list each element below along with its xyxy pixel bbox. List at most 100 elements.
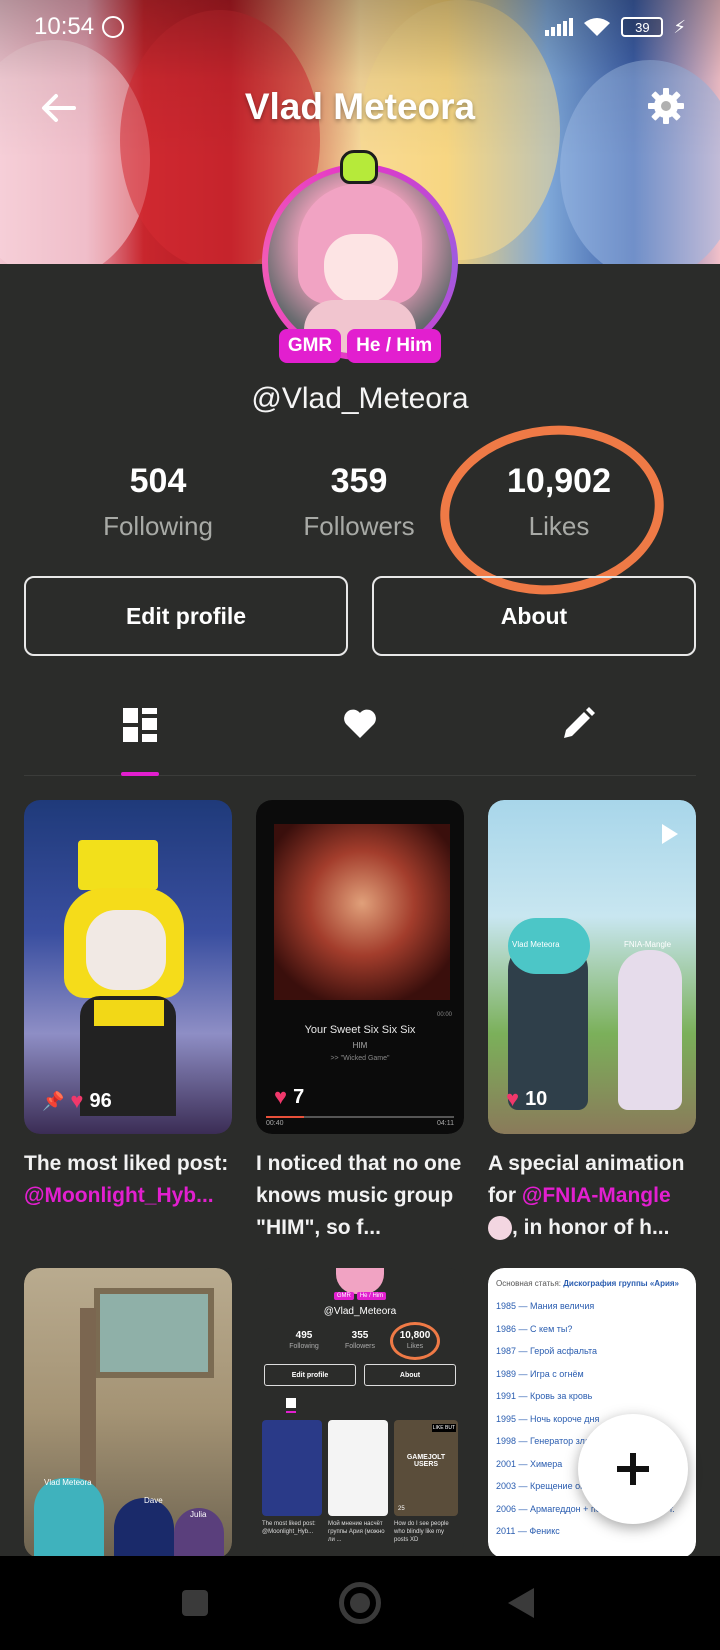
- mini-caption: How do I see people who blindly like my …: [394, 1521, 449, 1543]
- song-title: Your Sweet Six Six Six: [304, 1024, 416, 1036]
- article-heading-prefix: Основная статья:: [496, 1279, 561, 1288]
- pin-icon: 📌: [42, 1090, 65, 1111]
- mini-tile-likes: 25: [398, 1506, 405, 1512]
- back-arrow-icon[interactable]: [38, 88, 78, 128]
- mini-caption: Мой мнение насчёт группы Ария (можно ли …: [328, 1521, 385, 1543]
- post-stats: ♥ 10: [506, 1086, 547, 1112]
- post-card[interactable]: Your Sweet Six Six Six HIM >> "Wicked Ga…: [256, 800, 464, 1134]
- mention-avatar: [488, 1216, 512, 1241]
- mini-followers-label: Followers: [345, 1343, 375, 1350]
- followers-count: 359: [330, 462, 388, 500]
- mini-following: 495: [295, 1330, 313, 1341]
- like-heart-icon: ♥: [506, 1086, 520, 1111]
- time-elapsed: 00:40: [266, 1120, 284, 1127]
- following-label: Following: [103, 511, 213, 541]
- mini-circle-annotation: [390, 1322, 440, 1360]
- post-thumbnail: Vlad Meteora Dave Julia: [24, 1268, 232, 1558]
- post-caption[interactable]: The most liked post: @Moonlight_Hyb...: [24, 1148, 238, 1212]
- post-thumbnail: 📌 ♥ 96: [24, 800, 232, 1134]
- post-card[interactable]: 📌 ♥ 96: [24, 800, 232, 1134]
- article-heading-link: Дискография группы «Ария»: [563, 1279, 679, 1288]
- active-tab-indicator: [121, 772, 159, 776]
- caption-text: The most liked post:: [24, 1152, 229, 1175]
- post-thumbnail: Основная статья: Дискография группы «Ари…: [488, 1268, 696, 1558]
- post-like-count: 96: [89, 1089, 112, 1112]
- like-heart-icon: ♥: [70, 1088, 84, 1113]
- create-post-button[interactable]: [578, 1414, 688, 1524]
- badge-gmr: GMR: [278, 329, 342, 363]
- mini-username: @Vlad_Meteora: [323, 1306, 397, 1317]
- grid-posts-icon: [123, 708, 157, 742]
- back-triangle-icon[interactable]: [508, 1588, 534, 1618]
- time-total: 04:11: [437, 1120, 454, 1127]
- username: @Vlad_Meteora: [251, 382, 469, 415]
- list-item: 1986 — С кем ты?: [496, 1323, 573, 1334]
- top-time: 00:00: [436, 1012, 452, 1018]
- list-item: 1985 — Мания величия: [496, 1301, 595, 1311]
- post-thumbnail: GMR He / Him @Vlad_Meteora 495 Following…: [256, 1268, 464, 1558]
- stat-followers[interactable]: 359 Followers: [259, 462, 459, 542]
- signal-icon: [545, 18, 574, 36]
- post-card[interactable]: Основная статья: Дискография группы «Ари…: [488, 1268, 696, 1558]
- post-like-count: 7: [293, 1085, 305, 1108]
- mention-link[interactable]: @FNIA-Mangle: [522, 1184, 671, 1207]
- mini-tile-text: GAMEJOLT USERS: [406, 1454, 446, 1468]
- profile-badges: GMR He / Him: [0, 329, 720, 363]
- avatar-frame-frog-icon: [340, 150, 378, 184]
- plus-icon: [617, 1453, 649, 1485]
- stat-following[interactable]: 504 Following: [58, 462, 258, 542]
- post-stats: ♥ 7: [274, 1084, 304, 1110]
- mini-about-button: About: [364, 1364, 456, 1386]
- tab-liked[interactable]: [330, 700, 390, 776]
- charging-icon: ⚡: [673, 16, 686, 38]
- post-caption[interactable]: I noticed that no one knows music group …: [256, 1148, 470, 1244]
- pencil-icon: [564, 707, 595, 738]
- mini-badge: He / Him: [356, 1292, 387, 1300]
- song-artist: HIM: [352, 1041, 368, 1050]
- list-item: 2011 — Феникс: [496, 1526, 560, 1536]
- recent-apps-icon[interactable]: [182, 1590, 208, 1616]
- battery-icon: 39: [621, 17, 664, 37]
- mention-link[interactable]: @Moonlight_Hyb...: [24, 1184, 214, 1207]
- post-card[interactable]: GMR He / Him @Vlad_Meteora 495 Following…: [256, 1268, 464, 1558]
- character-label: FNIA-Mangle: [624, 940, 672, 949]
- song-album: >> "Wicked Game": [330, 1055, 390, 1062]
- list-item: 1989 — Игра с огнём: [496, 1368, 584, 1379]
- tab-posts[interactable]: [110, 700, 170, 776]
- wifi-icon: [584, 18, 611, 36]
- mini-caption: The most liked post: @Moonlight_Hyb...: [262, 1521, 316, 1535]
- mini-edit-button: Edit profile: [264, 1364, 356, 1386]
- post-card[interactable]: Vlad Meteora Dave Julia: [24, 1268, 232, 1558]
- post-stats: 📌 ♥ 96: [42, 1088, 112, 1114]
- post-like-count: 10: [525, 1087, 548, 1110]
- avatar-image: [268, 170, 452, 354]
- post-caption[interactable]: A special animation for @FNIA-Mangle , i…: [488, 1148, 702, 1244]
- character-label: Vlad Meteora: [44, 1478, 92, 1487]
- caption-text: , in honor of h...: [512, 1216, 670, 1239]
- like-heart-icon: ♥: [274, 1084, 288, 1109]
- post-thumbnail: Your Sweet Six Six Six HIM >> "Wicked Ga…: [256, 800, 464, 1134]
- following-count: 504: [129, 462, 187, 500]
- status-bar: 10:54 39 ⚡: [0, 0, 720, 54]
- heart-icon: [344, 709, 376, 738]
- character-label: Julia: [190, 1510, 207, 1519]
- gear-icon[interactable]: [646, 86, 686, 126]
- mini-following-label: Following: [289, 1343, 319, 1350]
- play-icon: [662, 824, 678, 844]
- post-card[interactable]: Vlad Meteora FNIA-Mangle ♥ 10: [488, 800, 696, 1134]
- about-button[interactable]: About: [372, 576, 696, 656]
- battery-level: 39: [635, 19, 650, 35]
- top-app-bar: Vlad Meteora: [0, 74, 720, 140]
- tab-drafts[interactable]: [548, 700, 608, 776]
- profile-tabs: [24, 700, 696, 776]
- mini-followers: 355: [351, 1330, 369, 1341]
- mini-tile-badge: LIKE BUT: [431, 1424, 456, 1432]
- edit-profile-button[interactable]: Edit profile: [24, 576, 348, 656]
- followers-label: Followers: [303, 511, 415, 541]
- alarm-icon: [102, 16, 125, 38]
- page-title: Vlad Meteora: [244, 86, 476, 127]
- list-item: 1991 — Кровь за кровь: [496, 1391, 593, 1401]
- home-icon[interactable]: [339, 1582, 381, 1624]
- character-label: Vlad Meteora: [512, 940, 560, 949]
- character-label: Dave: [144, 1496, 163, 1505]
